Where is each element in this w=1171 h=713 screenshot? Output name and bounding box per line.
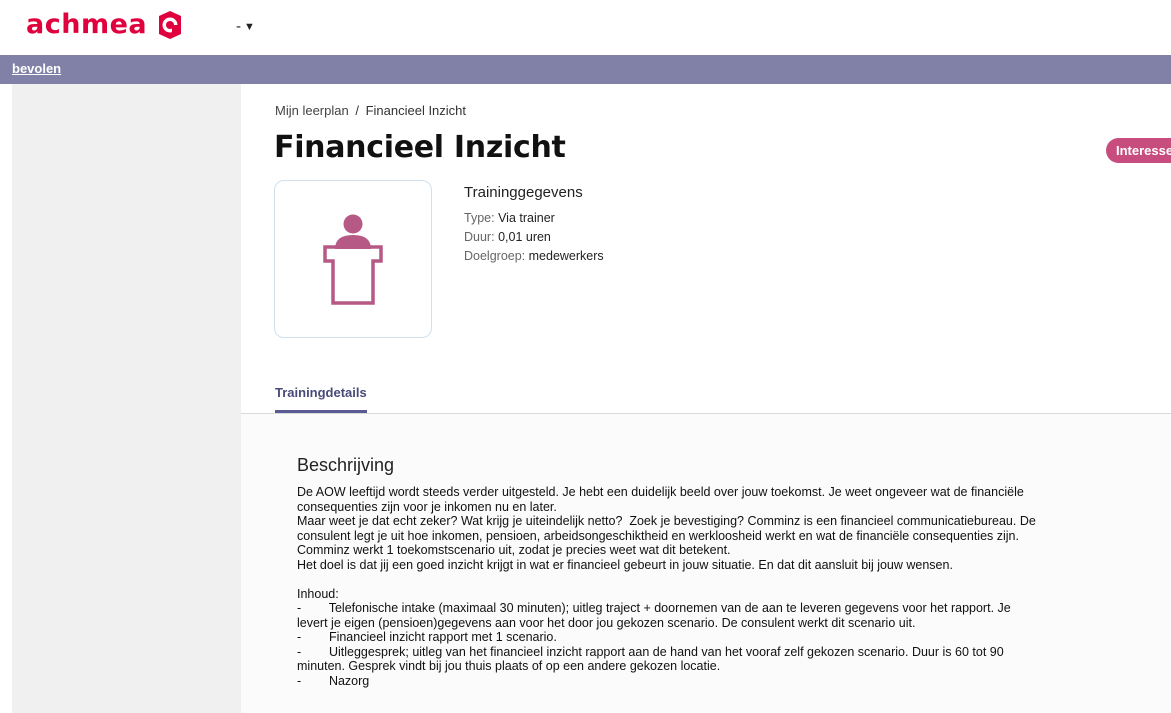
nav-link-aanbevolen[interactable]: bevolen xyxy=(12,61,61,76)
description-line: levert je eigen (pensioen)gegevens aan v… xyxy=(297,615,916,630)
description-line: Inhoud: xyxy=(297,586,339,601)
description-line: - Financieel inzicht rapport met 1 scena… xyxy=(297,630,557,644)
info-value: medewerkers xyxy=(528,249,604,263)
description-gap xyxy=(297,572,1117,587)
page-title: Financieel Inzicht xyxy=(274,130,566,165)
training-image-card xyxy=(274,180,432,338)
description-line: - Nazorg xyxy=(297,673,370,688)
training-info: Traininggegevens Type: Via trainer Duur:… xyxy=(464,184,604,266)
info-label: Duur: xyxy=(464,230,495,244)
tabs-bar: Trainingdetails xyxy=(241,371,1171,414)
info-value: 0,01 uren xyxy=(498,230,551,244)
description-line: Het doel is dat jij een goed inzicht kri… xyxy=(297,557,953,572)
description-line: - Uitleggesprek; uitleg van het financie… xyxy=(297,644,1004,659)
description-line: Comminz werkt 1 toekomstscenario uit, zo… xyxy=(297,543,731,557)
breadcrumb-current: Financieel Inzicht xyxy=(365,103,467,118)
description-line: De AOW leeftijd wordt steeds verder uitg… xyxy=(297,485,1024,499)
description-line: consulent legt je uit hoe inkomen, pensi… xyxy=(297,528,1019,543)
breadcrumb-separator: / xyxy=(355,103,359,118)
nav-band: bevolen xyxy=(0,55,1171,84)
info-row-doelgroep: Doelgroep: medewerkers xyxy=(464,247,604,266)
info-row-duur: Duur: 0,01 uren xyxy=(464,228,604,247)
achmea-logo[interactable]: achmea xyxy=(26,9,185,40)
trainer-podium-icon xyxy=(323,214,383,305)
breadcrumb-link-mijn-leerplan[interactable]: Mijn leerplan xyxy=(275,103,349,118)
info-value: Via trainer xyxy=(498,211,555,225)
achmea-logo-icon xyxy=(159,10,182,39)
language-value: - xyxy=(236,18,241,35)
interest-button[interactable]: Interesse xyxy=(1106,138,1171,163)
tab-trainingdetails[interactable]: Trainingdetails xyxy=(275,385,367,413)
description-line: - Telefonische intake (maximaal 30 minut… xyxy=(297,601,1011,615)
caret-down-icon: ▼ xyxy=(244,20,255,33)
top-header: achmea - ▼ xyxy=(0,0,1171,55)
description-heading: Beschrijving xyxy=(297,455,395,475)
left-side-panel xyxy=(12,84,241,713)
training-info-heading: Traininggegevens xyxy=(464,184,583,201)
info-row-type: Type: Via trainer xyxy=(464,209,604,228)
info-label: Doelgroep: xyxy=(464,249,526,263)
info-label: Type: xyxy=(464,211,495,225)
language-dropdown[interactable]: - ▼ xyxy=(236,18,255,35)
description-section: Beschrijving De AOW leeftijd wordt steed… xyxy=(297,455,1117,688)
breadcrumb: Mijn leerplan / Financieel Inzicht xyxy=(275,103,466,118)
description-line: consequenties zijn voor je inkomen nu en… xyxy=(297,499,557,514)
description-line: minuten. Gesprek vindt bij jou thuis pla… xyxy=(297,659,721,673)
description-line: Maar weet je dat echt zeker? Wat krijg j… xyxy=(297,514,1036,528)
logo-text: achmea xyxy=(26,9,148,40)
